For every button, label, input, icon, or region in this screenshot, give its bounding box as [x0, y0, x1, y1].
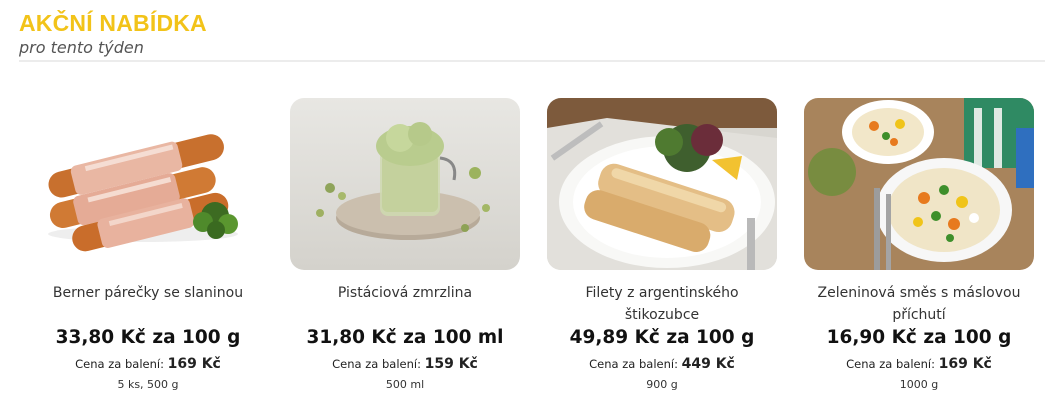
pack-price-label: Cena za balení:: [846, 357, 939, 371]
pack-price-label: Cena za balení:: [332, 357, 425, 371]
product-size: 900 g: [646, 378, 678, 391]
product-pack-price: Cena za balení: 159 Kč: [290, 356, 520, 372]
vegetable-mix-image[interactable]: [804, 98, 1034, 270]
product-unit-price: 31,80 Kč za 100 ml: [306, 327, 504, 348]
product-card-vegetable-mix[interactable]: Zeleninová směs s máslovou příchutí 16,9…: [804, 98, 1034, 391]
product-size: 1000 g: [899, 378, 939, 391]
product-unit-price: 16,90 Kč za 100 g: [826, 327, 1012, 348]
pack-price-label: Cena za balení:: [589, 357, 682, 371]
product-card-fish-fillet[interactable]: Filety z argentinského štikozubce 49,89 …: [547, 98, 777, 391]
pack-price-value: 159 Kč: [424, 356, 478, 372]
header-divider: [19, 60, 1045, 62]
product-name[interactable]: Pistáciová zmrzlina: [290, 282, 520, 304]
pistachio-ice-cream-image[interactable]: [290, 98, 520, 270]
product-pack-price: Cena za balení: 449 Kč: [547, 356, 777, 372]
pack-price-value: 169 Kč: [167, 356, 221, 372]
page-title: AKČNÍ NABÍDKA: [19, 10, 207, 36]
product-pack-price: Cena za balení: 169 Kč: [33, 356, 263, 372]
product-card-ice-cream[interactable]: Pistáciová zmrzlina 31,80 Kč za 100 ml C…: [290, 98, 520, 391]
product-unit-price: 33,80 Kč za 100 g: [55, 327, 241, 348]
fish-fillet-image[interactable]: [547, 98, 777, 270]
product-name[interactable]: Zeleninová směs s máslovou příchutí: [804, 282, 1034, 326]
page-header: AKČNÍ NABÍDKA pro tento týden: [19, 9, 207, 57]
pack-price-label: Cena za balení:: [75, 357, 168, 371]
pack-price-value: 449 Kč: [681, 356, 735, 372]
product-size: 500 ml: [385, 378, 425, 391]
pack-price-value: 169 Kč: [938, 356, 992, 372]
product-card-sausages[interactable]: Berner párečky se slaninou 33,80 Kč za 1…: [33, 98, 263, 391]
product-size: 5 ks, 500 g: [117, 378, 179, 391]
product-name[interactable]: Filety z argentinského štikozubce: [547, 282, 777, 326]
sausages-bacon-image[interactable]: [33, 98, 263, 270]
product-pack-price: Cena za balení: 169 Kč: [804, 356, 1034, 372]
page-subtitle: pro tento týden: [19, 38, 144, 57]
product-unit-price: 49,89 Kč za 100 g: [569, 327, 755, 348]
product-name[interactable]: Berner párečky se slaninou: [33, 282, 263, 304]
